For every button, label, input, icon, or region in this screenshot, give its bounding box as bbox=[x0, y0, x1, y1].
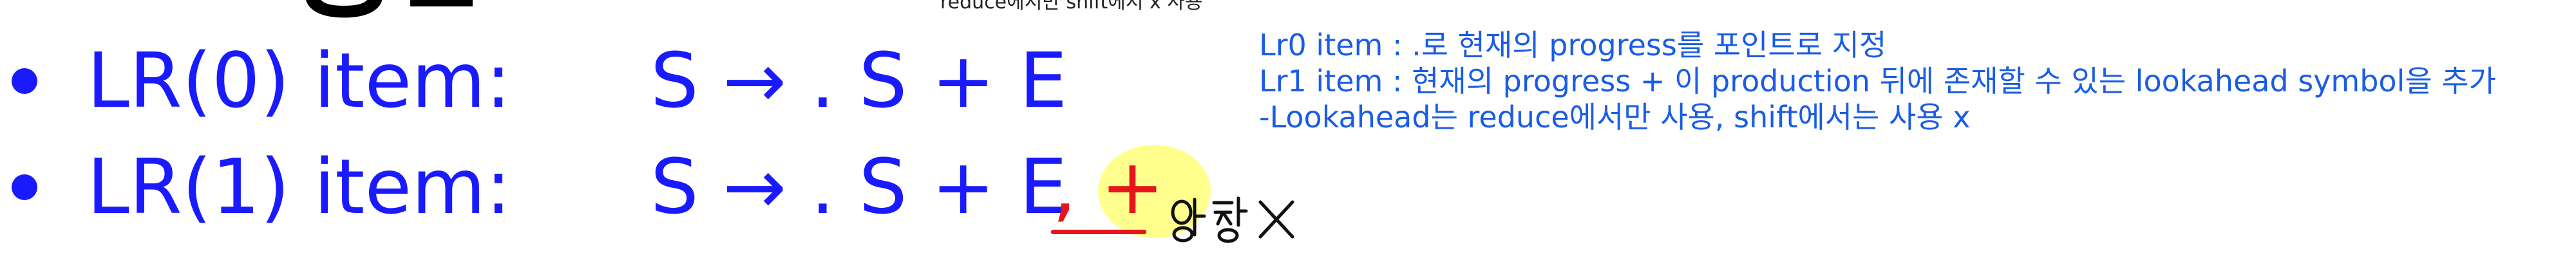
explanation-notes: Lr0 item : .로 현재의 progress를 포인트로 지정 Lr1 … bbox=[1259, 27, 2566, 135]
lookahead-symbol: , + bbox=[1052, 142, 1164, 231]
bullet-dot-icon bbox=[12, 174, 37, 200]
bullet-dot-icon bbox=[12, 68, 37, 94]
lecture-slide: 성1 reduce에서만 shift에서 x 사용 LR(0) item: S … bbox=[0, 0, 2576, 258]
lr0-production: S → . S + E bbox=[650, 36, 1068, 125]
note-line-lookahead: -Lookahead는 reduce에서만 사용, shift에서는 사용 x bbox=[1259, 100, 1971, 134]
lr0-item-line: LR(0) item: S → . S + E bbox=[0, 32, 1224, 129]
note-line-lr0: Lr0 item : .로 현재의 progress를 포인트로 지정 bbox=[1259, 28, 1887, 62]
lr1-item-label: LR(1) item: bbox=[87, 142, 511, 231]
handwritten-no-effect-note bbox=[1171, 196, 1294, 243]
lr1-production: S → . S + E bbox=[650, 142, 1068, 231]
red-underline-mark bbox=[1051, 230, 1146, 234]
lr1-item-line: LR(1) item: S → . S + E bbox=[0, 138, 1224, 235]
slide-title-fragment: 성1 bbox=[283, 0, 481, 26]
top-annotation-fragment: reduce에서만 shift에서 x 사용 bbox=[940, 0, 1203, 14]
note-line-lr1: Lr1 item : 현재의 progress + 이 production 뒤… bbox=[1259, 64, 2496, 98]
lr0-item-label: LR(0) item: bbox=[87, 36, 511, 125]
